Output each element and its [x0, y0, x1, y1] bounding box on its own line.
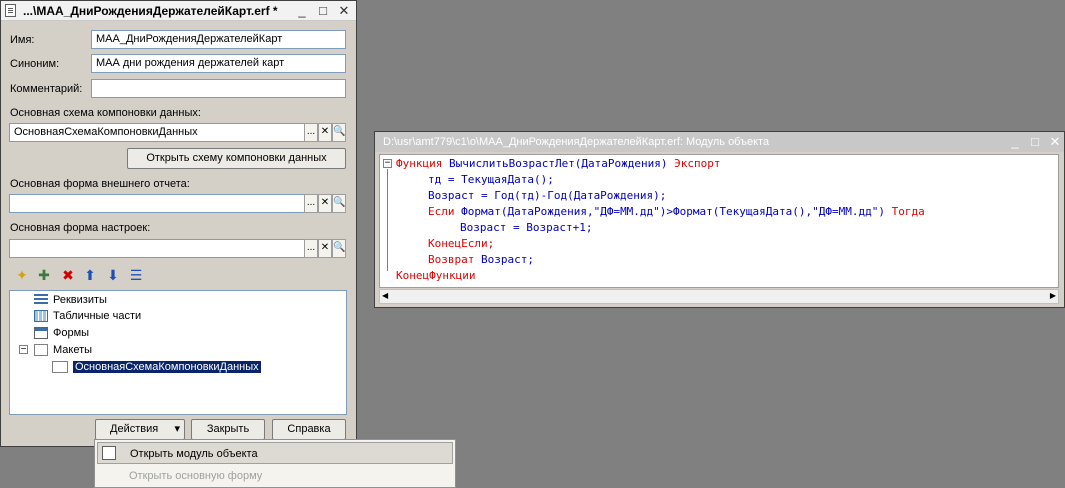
tree-item-dcs-layout[interactable]: ОсновнаяСхемаКомпоновкиДанных	[52, 359, 261, 375]
help-button[interactable]: Справка	[272, 419, 346, 440]
open-dcs-button[interactable]: Открыть схему компоновки данных	[127, 148, 346, 169]
code-line-3: Возраст = Год(тд)-Год(ДатаРождения);	[428, 189, 667, 202]
dcs-open-button[interactable]: 🔍	[332, 123, 346, 142]
tree-item-label: ОсновнаяСхемаКомпоновкиДанных	[73, 361, 261, 373]
code-line-7: Возврат Возраст;	[428, 252, 534, 268]
scroll-right-icon[interactable]: ▶	[1050, 291, 1056, 300]
move-down-icon[interactable]: ⬇	[104, 266, 122, 284]
settings-form-clear-button[interactable]: ✕	[318, 239, 332, 258]
metadata-tree[interactable]: Реквизиты Табличные части Формы − Макеты…	[9, 290, 347, 415]
actions-menu: Открыть модуль объекта Открыть основную …	[94, 439, 456, 488]
ext-form-select-button[interactable]: ...	[304, 194, 318, 213]
ext-form-open-button[interactable]: 🔍	[332, 194, 346, 213]
document-icon	[5, 4, 16, 17]
comment-label: Комментарий:	[10, 83, 83, 95]
keyword: Функция	[396, 157, 443, 170]
dcs-field[interactable]: ОсновнаяСхемаКомпоновкиДанных	[9, 123, 305, 142]
actions-button-label: Действия	[110, 423, 159, 435]
menu-item-open-module[interactable]: Открыть модуль объекта	[97, 442, 453, 464]
move-up-icon[interactable]: ⬆	[81, 266, 99, 284]
object-module-window: D:\usr\amt779\c1\o\МАА_ДниРожденияДержат…	[374, 131, 1065, 308]
module-window-title: D:\usr\amt779\c1\o\МАА_ДниРожденияДержат…	[383, 136, 770, 148]
ext-form-clear-button[interactable]: ✕	[318, 194, 332, 213]
module-icon	[102, 446, 116, 460]
actions-button[interactable]: Действия ▾	[95, 419, 185, 440]
window-titlebar[interactable]: ...\МАА_ДниРожденияДержателейКарт.erf * …	[1, 1, 356, 21]
code-line-4: Если Формат(ДатаРождения,"ДФ=ММ.дд")>Фор…	[428, 204, 925, 220]
sort-icon[interactable]: ☰	[127, 266, 145, 284]
add-child-icon[interactable]: ✚	[35, 266, 53, 284]
maximize-button[interactable]: □	[314, 3, 332, 18]
requisites-icon	[34, 294, 48, 307]
tree-item-label: Формы	[53, 327, 90, 339]
name-field[interactable]: МАА_ДниРожденияДержателейКарт	[91, 30, 346, 49]
settings-form-field[interactable]	[9, 239, 305, 258]
layouts-icon	[34, 344, 48, 357]
settings-form-label: Основная форма настроек:	[10, 222, 151, 234]
menu-item-label: Открыть модуль объекта	[130, 448, 258, 460]
identifier: Возраст;	[474, 253, 534, 266]
module-maximize-button[interactable]: □	[1026, 134, 1044, 149]
code-line-2: тд = ТекущаяДата();	[428, 173, 554, 186]
horizontal-scrollbar[interactable]: ◀ ▶	[379, 289, 1059, 304]
identifier: ВычислитьВозрастЛет(ДатаРождения)	[442, 157, 675, 170]
module-close-button[interactable]: ✕	[1046, 134, 1064, 149]
code-line-8: КонецФункции	[396, 269, 476, 282]
ext-form-label: Основная форма внешнего отчета:	[10, 178, 190, 190]
minimize-button[interactable]: _	[293, 3, 311, 18]
name-label: Имя:	[10, 34, 35, 46]
tree-item-tabular-parts[interactable]: Табличные части	[34, 308, 141, 324]
fold-line	[387, 169, 388, 271]
window-title: ...\МАА_ДниРожденияДержателейКарт.erf *	[23, 4, 278, 18]
dcs-clear-button[interactable]: ✕	[318, 123, 332, 142]
code-line-1: Функция ВычислитьВозрастЛет(ДатаРождения…	[396, 156, 721, 172]
settings-form-open-button[interactable]: 🔍	[332, 239, 346, 258]
tree-item-requisites[interactable]: Реквизиты	[34, 292, 107, 308]
dcs-label: Основная схема компоновки данных:	[10, 107, 201, 119]
identifier: Формат(ДатаРождения,"ДФ=ММ.дд")>Формат(Т…	[454, 205, 892, 218]
keyword: Тогда	[891, 205, 925, 218]
module-minimize-button[interactable]: _	[1006, 134, 1024, 149]
menu-item-open-main-form[interactable]: Открыть основную форму	[97, 465, 453, 487]
delete-icon[interactable]: ✖	[59, 266, 77, 284]
layout-doc-icon	[52, 361, 68, 374]
comment-field[interactable]	[91, 79, 346, 98]
forms-icon	[34, 327, 48, 340]
ext-form-field[interactable]	[9, 194, 305, 213]
keyword: Экспорт	[674, 157, 721, 170]
tree-item-forms[interactable]: Формы	[34, 325, 89, 341]
synonym-label: Синоним:	[10, 58, 60, 70]
chevron-down-icon: ▾	[174, 423, 180, 435]
tree-expander[interactable]: −	[19, 345, 28, 355]
add-icon[interactable]: ✦	[13, 266, 31, 284]
tree-item-label: Табличные части	[53, 310, 142, 322]
tree-item-label: Реквизиты	[53, 294, 107, 306]
code-line-5: Возраст = Возраст+1;	[460, 221, 593, 234]
keyword: Возврат	[428, 253, 475, 266]
external-report-window: ...\МАА_ДниРожденияДержателейКарт.erf * …	[0, 0, 357, 447]
menu-item-label: Открыть основную форму	[129, 470, 263, 482]
keyword: Если	[428, 205, 455, 218]
tabular-parts-icon	[34, 310, 48, 323]
tree-item-layouts[interactable]: Макеты	[34, 342, 92, 358]
close-button[interactable]: Закрыть	[191, 419, 265, 440]
dcs-select-button[interactable]: ...	[304, 123, 318, 142]
scroll-left-icon[interactable]: ◀	[382, 291, 388, 300]
synonym-field[interactable]: МАА дни рождения держателей карт	[91, 54, 346, 73]
settings-form-select-button[interactable]: ...	[304, 239, 318, 258]
tree-item-label: Макеты	[53, 344, 93, 356]
code-editor[interactable]: − Функция ВычислитьВозрастЛет(ДатаРожден…	[379, 154, 1059, 288]
module-titlebar[interactable]: D:\usr\amt779\c1\o\МАА_ДниРожденияДержат…	[375, 132, 1064, 152]
collapse-marker[interactable]: −	[383, 159, 392, 168]
code-line-6: КонецЕсли;	[428, 237, 495, 250]
close-window-button[interactable]: ✕	[335, 3, 353, 18]
